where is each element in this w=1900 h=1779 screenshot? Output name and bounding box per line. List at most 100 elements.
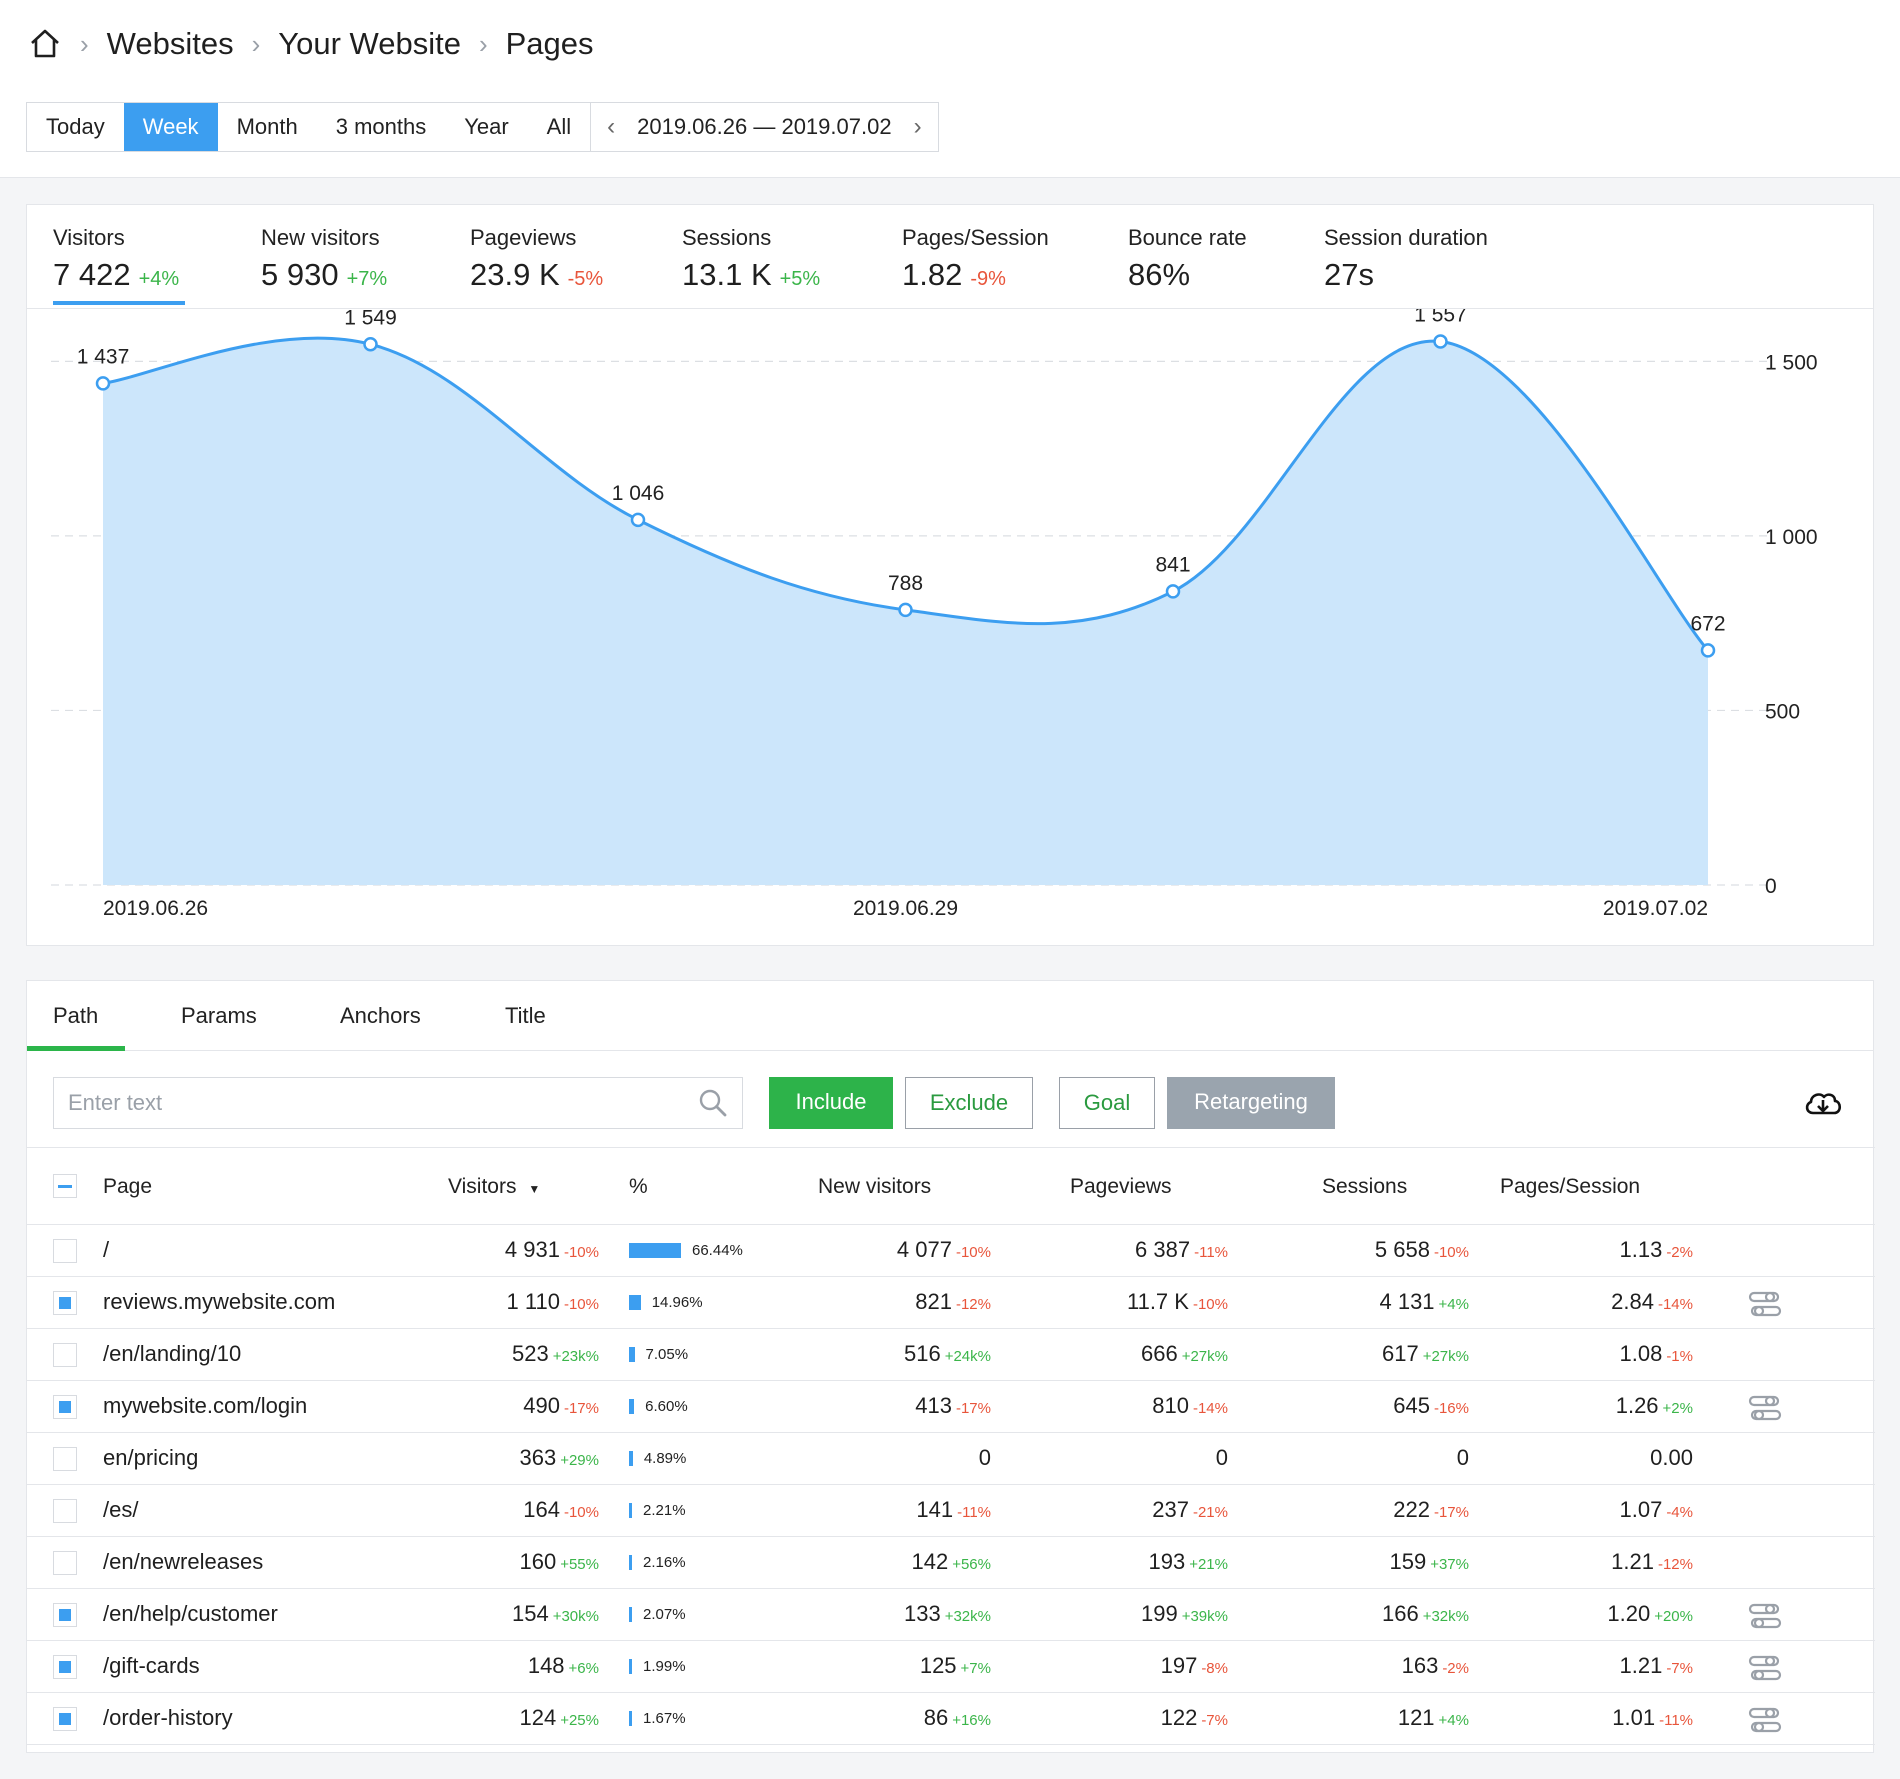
new-visitors-cell: 516 +24k% bbox=[904, 1341, 991, 1367]
table-row[interactable]: /en/help/customer 154 +30k% 2.07% 133 +32k% 19… bbox=[27, 1589, 1875, 1641]
row-checkbox[interactable] bbox=[53, 1239, 77, 1263]
page-path[interactable]: /order-history bbox=[103, 1705, 233, 1731]
sessions-cell-value: 5 658 bbox=[1374, 1237, 1430, 1262]
percent-bar bbox=[629, 1659, 632, 1674]
chevron-right-icon[interactable]: › bbox=[914, 113, 922, 141]
tab-title[interactable]: Title bbox=[505, 1003, 546, 1029]
pages-session-cell-value: 0.00 bbox=[1650, 1445, 1693, 1470]
breadcrumb-your-website[interactable]: Your Website bbox=[278, 26, 461, 62]
col-page[interactable]: Page bbox=[103, 1175, 152, 1199]
sessions-cell-value: 645 bbox=[1393, 1393, 1430, 1418]
new-visitors-cell-value: 125 bbox=[919, 1653, 957, 1678]
settings-sliders-icon[interactable] bbox=[1747, 1653, 1783, 1688]
exclude-button[interactable]: Exclude bbox=[905, 1077, 1033, 1129]
date-range-label[interactable]: 2019.06.26 — 2019.07.02 bbox=[637, 114, 891, 140]
table-row[interactable]: /en/newreleases 160 +55% 2.16% 142 +56% 193 +21… bbox=[27, 1537, 1875, 1589]
row-checkbox[interactable] bbox=[53, 1447, 77, 1471]
cloud-download-icon[interactable] bbox=[1803, 1087, 1843, 1126]
pageviews-cell: 197 -8% bbox=[1161, 1653, 1228, 1679]
data-label: 788 bbox=[888, 572, 923, 595]
data-label: 1 046 bbox=[612, 482, 665, 505]
metric-sessions[interactable]: Sessions 13.1 K +5% bbox=[682, 225, 820, 293]
row-checkbox[interactable] bbox=[53, 1395, 77, 1419]
pages-session-cell-change: -11% bbox=[1659, 1712, 1693, 1729]
tab-params[interactable]: Params bbox=[181, 1003, 257, 1029]
metric-value-text: 7 422 bbox=[53, 257, 131, 292]
pages-session-cell-change: -1% bbox=[1666, 1348, 1693, 1365]
metric-pageviews[interactable]: Pageviews 23.9 K -5% bbox=[470, 225, 603, 293]
col-new-visitors[interactable]: New visitors bbox=[818, 1175, 931, 1199]
period-year-button[interactable]: Year bbox=[445, 103, 527, 151]
select-all-checkbox[interactable] bbox=[53, 1174, 77, 1198]
row-checkbox[interactable] bbox=[53, 1343, 77, 1367]
row-checkbox[interactable] bbox=[53, 1499, 77, 1523]
page-path[interactable]: en/pricing bbox=[103, 1445, 198, 1471]
data-label: 1 437 bbox=[77, 345, 130, 368]
table-row[interactable]: /4 931 -10% 66.44% 4 077 -10% 6 387 -11% 5 658-… bbox=[27, 1225, 1875, 1277]
metric-value: 27s bbox=[1324, 257, 1488, 293]
y-tick-label: 500 bbox=[1765, 700, 1800, 723]
table-row[interactable]: /en/landing/10 523 +23k% 7.05% 516 +24k% 666 +2… bbox=[27, 1329, 1875, 1381]
table-row[interactable]: /es/164 -10% 2.21% 141 -11% 237 -21% 222 -17% 1.0… bbox=[27, 1485, 1875, 1537]
table-row[interactable]: mywebsite.com/login 490 -17% 6.60% 413 -17% 81… bbox=[27, 1381, 1875, 1433]
retargeting-button[interactable]: Retargeting bbox=[1167, 1077, 1335, 1129]
period-today-button[interactable]: Today bbox=[27, 103, 124, 151]
settings-sliders-icon[interactable] bbox=[1747, 1705, 1783, 1740]
include-button[interactable]: Include bbox=[769, 1077, 893, 1129]
metric-value: 23.9 K -5% bbox=[470, 257, 603, 293]
tab-path[interactable]: Path bbox=[53, 1003, 98, 1029]
row-checkbox[interactable] bbox=[53, 1603, 77, 1627]
col-sessions[interactable]: Sessions bbox=[1322, 1175, 1407, 1199]
page-path[interactable]: mywebsite.com/login bbox=[103, 1393, 307, 1419]
period-month-button[interactable]: Month bbox=[218, 103, 317, 151]
page-path[interactable]: /en/landing/10 bbox=[103, 1341, 241, 1367]
new-visitors-cell-value: 133 bbox=[903, 1601, 941, 1626]
period-all-button[interactable]: All bbox=[528, 103, 590, 151]
col-visitors[interactable]: Visitors ▼ bbox=[448, 1175, 540, 1199]
period-week-button[interactable]: Week bbox=[123, 103, 218, 151]
row-checkbox[interactable] bbox=[53, 1655, 77, 1679]
settings-sliders-icon[interactable] bbox=[1747, 1393, 1783, 1428]
settings-sliders-icon[interactable] bbox=[1747, 1601, 1783, 1636]
table-row[interactable]: /order-history 124 +25% 1.67% 86 +16% 122 -7% 12… bbox=[27, 1693, 1875, 1745]
table-row[interactable]: /gift-cards 148 +6% 1.99% 125 +7% 197 -8% 163 -2%… bbox=[27, 1641, 1875, 1693]
visitors-cell-value: 523 bbox=[511, 1341, 549, 1366]
page-path[interactable]: /es/ bbox=[103, 1497, 138, 1523]
sessions-cell-change: +27k% bbox=[1422, 1348, 1469, 1365]
search-icon[interactable] bbox=[698, 1088, 728, 1123]
metric-visitors[interactable]: Visitors 7 422 +4% bbox=[53, 225, 179, 293]
chevron-left-icon[interactable]: ‹ bbox=[607, 113, 615, 141]
goal-button[interactable]: Goal bbox=[1059, 1077, 1155, 1129]
pages-session-cell-change: +20% bbox=[1654, 1608, 1693, 1625]
metric-new-visitors[interactable]: New visitors 5 930 +7% bbox=[261, 225, 387, 293]
metric-bounce-rate[interactable]: Bounce rate 86% bbox=[1128, 225, 1247, 293]
visitors-cell-value: 160 bbox=[519, 1549, 557, 1574]
new-visitors-cell: 133 +32k% bbox=[904, 1601, 991, 1627]
new-visitors-cell-value: 413 bbox=[915, 1393, 952, 1418]
home-icon[interactable] bbox=[28, 27, 62, 61]
sessions-cell-value: 4 131 bbox=[1379, 1289, 1435, 1314]
pageviews-cell-change: +27k% bbox=[1181, 1348, 1228, 1365]
search-input[interactable] bbox=[54, 1078, 654, 1128]
metric-pages-session[interactable]: Pages/Session 1.82 -9% bbox=[902, 225, 1049, 293]
metric-session-duration[interactable]: Session duration 27s bbox=[1324, 225, 1488, 293]
tab-anchors[interactable]: Anchors bbox=[340, 1003, 421, 1029]
row-checkbox[interactable] bbox=[53, 1707, 77, 1731]
table-row[interactable]: reviews.mywebsite.com 1 110 -10% 14.96% 821-… bbox=[27, 1277, 1875, 1329]
page-path[interactable]: / bbox=[103, 1237, 109, 1263]
row-checkbox[interactable] bbox=[53, 1291, 77, 1315]
pageviews-cell: 122 -7% bbox=[1161, 1705, 1228, 1731]
page-path[interactable]: /en/help/customer bbox=[103, 1601, 278, 1627]
period-3months-button[interactable]: 3 months bbox=[317, 103, 446, 151]
sessions-cell-value: 166 bbox=[1381, 1601, 1419, 1626]
table-row[interactable]: en/pricing 363 +29% 4.89% 0 0 0 0.00 bbox=[27, 1433, 1875, 1485]
col-pages-session[interactable]: Pages/Session bbox=[1500, 1175, 1640, 1199]
page-path[interactable]: /gift-cards bbox=[103, 1653, 200, 1679]
page-path[interactable]: /en/newreleases bbox=[103, 1549, 263, 1575]
page-path[interactable]: reviews.mywebsite.com bbox=[103, 1289, 335, 1315]
col-percent[interactable]: % bbox=[629, 1175, 648, 1199]
row-checkbox[interactable] bbox=[53, 1551, 77, 1575]
col-pageviews[interactable]: Pageviews bbox=[1070, 1175, 1172, 1199]
breadcrumb-websites[interactable]: Websites bbox=[107, 26, 234, 62]
settings-sliders-icon[interactable] bbox=[1747, 1289, 1783, 1324]
